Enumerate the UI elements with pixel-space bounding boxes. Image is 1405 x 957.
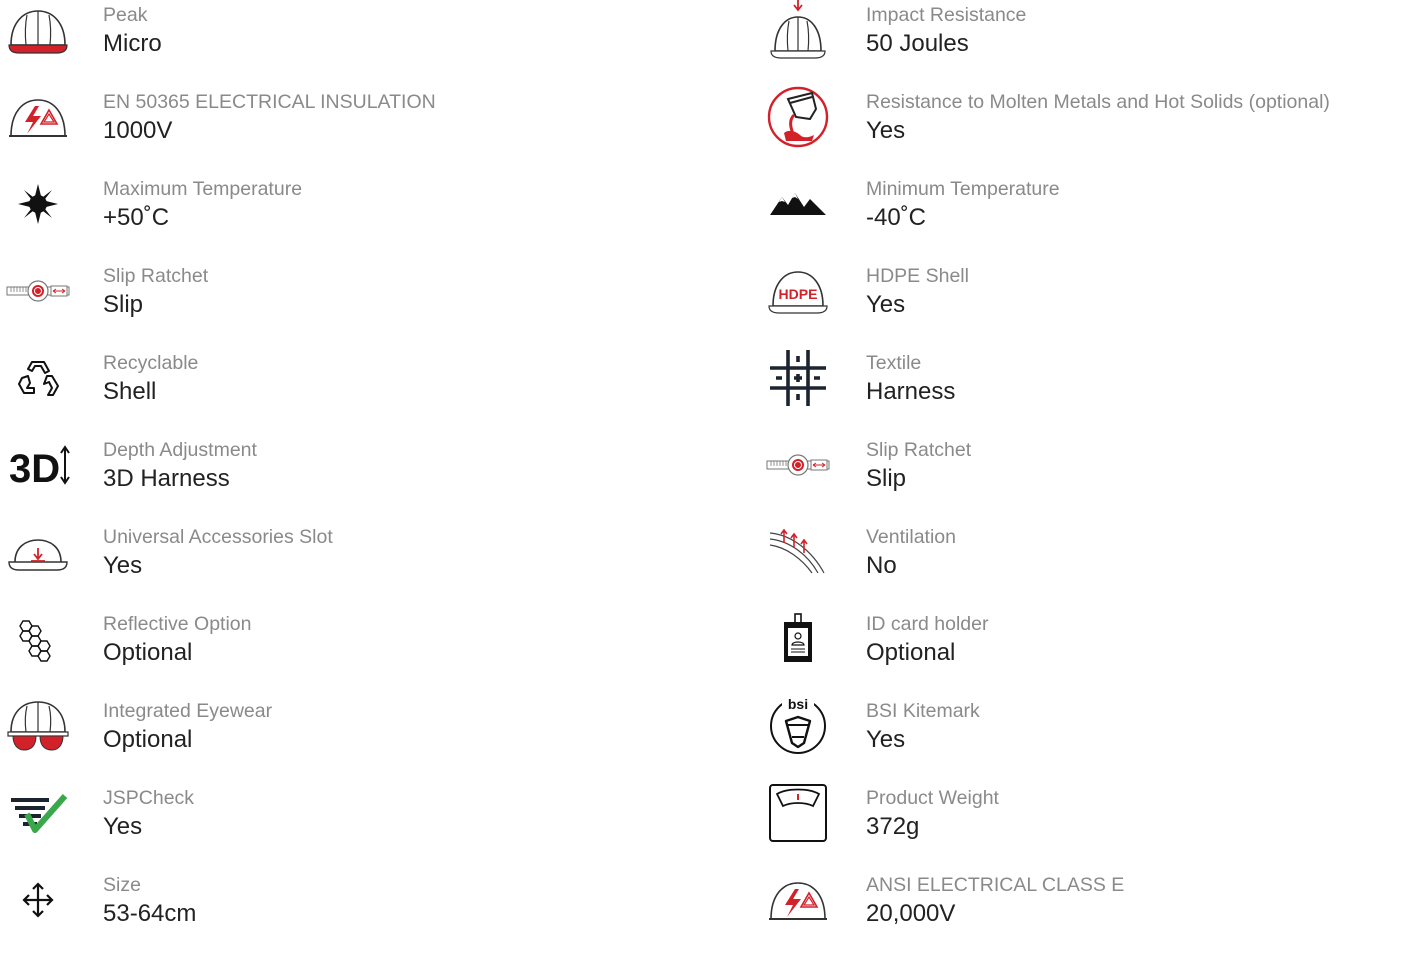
spec-item-bsi-kitemark: bsi BSI Kitemark Yes (760, 696, 1405, 783)
spec-value: Yes (103, 813, 143, 840)
spec-item-textile: Textile Harness (760, 348, 1405, 435)
impact-helmet-icon (760, 0, 836, 60)
spec-value: Slip (103, 291, 144, 318)
spec-value: Harness (866, 378, 956, 405)
spec-label: Peak (103, 4, 148, 26)
spec-item-molten-metals: Resistance to Molten Metals and Hot Soli… (760, 86, 1405, 174)
spec-value: No (866, 552, 897, 579)
textile-weave-icon (760, 348, 836, 408)
spec-label: Universal Accessories Slot (103, 526, 333, 548)
spec-value: Yes (103, 552, 143, 579)
spec-label: Impact Resistance (866, 4, 1027, 26)
slip-ratchet-icon (760, 435, 836, 495)
spec-value: Optional (103, 726, 193, 753)
spec-label: EN 50365 ELECTRICAL INSULATION (103, 91, 436, 113)
recycle-icon (0, 348, 76, 408)
spec-item-product-weight: Product Weight 372g (760, 783, 1405, 870)
slip-ratchet-icon (0, 261, 76, 321)
spec-label: JSPCheck (103, 787, 195, 809)
spec-label: Ventilation (866, 526, 956, 548)
spec-label: Maximum Temperature (103, 178, 303, 200)
id-card-icon (760, 609, 836, 669)
spec-value: 53-64cm (103, 900, 197, 927)
spec-item-max-temp: Maximum Temperature +50˚C (0, 174, 700, 261)
spec-label: Reflective Option (103, 613, 252, 635)
spec-value: Micro (103, 30, 162, 57)
spec-value: 372g (866, 813, 920, 840)
3d-depth-icon: 3D (0, 435, 76, 495)
spec-label: Depth Adjustment (103, 439, 257, 461)
electrical-class-icon (760, 870, 836, 930)
bsi-kitemark-icon: bsi (760, 696, 836, 756)
spec-label: BSI Kitemark (866, 700, 980, 722)
spec-value: Yes (866, 291, 906, 318)
mountains-icon (760, 174, 836, 234)
spec-item-min-temp: Minimum Temperature -40˚C (760, 174, 1405, 261)
size-arrows-icon (0, 870, 76, 930)
spec-value: 3D Harness (103, 465, 230, 492)
spec-item-ansi-electrical: ANSI ELECTRICAL CLASS E 20,000V (760, 870, 1405, 957)
sun-icon (0, 174, 76, 234)
jspcheck-icon (0, 783, 76, 843)
spec-item-recyclable: Recyclable Shell (0, 348, 700, 435)
spec-item-eyewear: Integrated Eyewear Optional (0, 696, 700, 783)
spec-value: 50 Joules (866, 30, 969, 57)
spec-value: Yes (866, 726, 906, 753)
spec-label: Recyclable (103, 352, 199, 374)
spec-item-depth-adjustment: 3D Depth Adjustment 3D Harness (0, 435, 700, 522)
spec-label: Slip Ratchet (866, 439, 972, 461)
hdpe-icon-text: HDPE (779, 286, 818, 302)
hdpe-helmet-icon: HDPE (760, 261, 836, 321)
spec-item-peak: Peak Micro (0, 0, 700, 87)
spec-label: HDPE Shell (866, 265, 969, 287)
spec-value: -40˚C (866, 204, 927, 231)
molten-metal-icon (760, 86, 836, 148)
spec-item-reflective: Reflective Option Optional (0, 609, 700, 696)
spec-item-accessories-slot: Universal Accessories Slot Yes (0, 522, 700, 609)
spec-label: Integrated Eyewear (103, 700, 273, 722)
spec-label: Product Weight (866, 787, 999, 809)
electrical-insulation-icon (0, 87, 76, 147)
ventilation-icon (760, 522, 836, 582)
spec-label: Textile (866, 352, 922, 374)
spec-value: Optional (866, 639, 956, 666)
spec-label: Resistance to Molten Metals and Hot Soli… (866, 91, 1330, 113)
3d-icon-text: 3D (9, 447, 60, 491)
helmet-red-peak-icon (0, 0, 76, 60)
spec-label: Slip Ratchet (103, 265, 209, 287)
spec-value: Yes (866, 117, 906, 144)
spec-label: ANSI ELECTRICAL CLASS E (866, 874, 1125, 896)
spec-item-ventilation: Ventilation No (760, 522, 1405, 609)
helmet-eyewear-icon (0, 696, 76, 756)
spec-item-jspcheck: JSPCheck Yes (0, 783, 700, 870)
spec-value: Optional (103, 639, 193, 666)
spec-label: Minimum Temperature (866, 178, 1060, 200)
weighing-scale-icon (760, 783, 836, 843)
bsi-icon-text: bsi (788, 696, 808, 712)
spec-item-impact: Impact Resistance 50 Joules (760, 0, 1405, 87)
spec-value: Slip (866, 465, 907, 492)
spec-grid: Peak Micro EN 50365 ELECTRICAL INSULATIO… (0, 0, 1405, 928)
spec-label: ID card holder (866, 613, 989, 635)
spec-item-size: Size 53-64cm (0, 870, 700, 957)
spec-item-slip-ratchet-right: Slip Ratchet Slip (760, 435, 1405, 522)
accessory-slot-icon (0, 522, 76, 582)
spec-item-hdpe-shell: HDPE HDPE Shell Yes (760, 261, 1405, 348)
reflective-hexagon-icon (0, 609, 76, 669)
spec-item-en50365: EN 50365 ELECTRICAL INSULATION 1000V (0, 87, 700, 174)
spec-item-id-card: ID card holder Optional (760, 609, 1405, 696)
spec-value: +50˚C (103, 204, 170, 231)
spec-item-slip-ratchet: Slip Ratchet Slip (0, 261, 700, 348)
spec-value: 20,000V (866, 900, 956, 927)
spec-value: 1000V (103, 117, 173, 144)
spec-value: Shell (103, 378, 157, 405)
spec-label: Size (103, 874, 141, 896)
